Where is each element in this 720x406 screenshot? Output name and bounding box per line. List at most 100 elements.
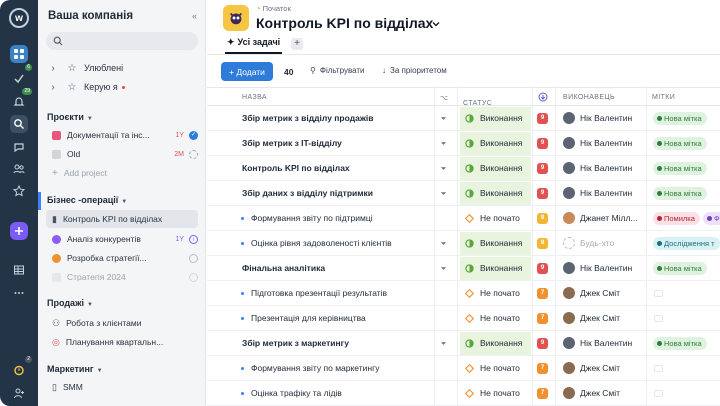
- bell-icon[interactable]: 29: [10, 88, 32, 111]
- task-name[interactable]: Контроль KPI по відділах: [242, 163, 350, 173]
- expand-caret-icon[interactable]: [440, 165, 447, 172]
- assignee-name[interactable]: Нік Валентин: [580, 338, 632, 348]
- avatar[interactable]: [563, 362, 575, 374]
- label-chip[interactable]: Ф: [703, 212, 720, 225]
- table-row[interactable]: Контроль KPI по відділах Виконання 9 Нік Ва…: [207, 156, 720, 181]
- status-cell[interactable]: Не почато: [460, 382, 531, 405]
- avatar[interactable]: [563, 187, 575, 199]
- avatar[interactable]: [563, 137, 575, 149]
- task-name[interactable]: Формування звіту по маркетингу: [251, 363, 379, 373]
- assignee-name[interactable]: Нік Валентин: [580, 163, 632, 173]
- sidebar-item-strategy-2024[interactable]: Стратегія 2024: [46, 268, 198, 286]
- assignee-name[interactable]: Джек Сміт: [580, 288, 620, 298]
- label-chip[interactable]: Нова мітка: [653, 162, 707, 175]
- priority-badge[interactable]: 9: [537, 188, 548, 199]
- assignee-name[interactable]: Нік Валентин: [580, 113, 632, 123]
- column-header-labels[interactable]: МІТКИ: [652, 94, 675, 101]
- add-tab-button[interactable]: +: [291, 38, 303, 50]
- people-icon[interactable]: [10, 160, 28, 178]
- page-title[interactable]: Контроль KPI по відділах: [256, 15, 433, 31]
- assignee-name[interactable]: Джанет Мілл...: [580, 213, 638, 223]
- sidebar-item-competitor-analysis[interactable]: Аналіз конкурентів 1Y i: [46, 230, 198, 248]
- task-name[interactable]: Фінальна аналітика: [242, 263, 325, 273]
- column-header-name[interactable]: НАЗВА: [242, 94, 267, 101]
- task-name[interactable]: Формування звіту по підтримці: [251, 213, 373, 223]
- sidebar-item-smm[interactable]: ▯ SMM: [46, 378, 198, 396]
- status-cell[interactable]: Виконання: [460, 332, 531, 355]
- table-row[interactable]: Збір метрик з маркетингу Виконання 9 Нік Ва…: [207, 331, 720, 356]
- avatar[interactable]: [563, 387, 575, 399]
- chat-icon[interactable]: [10, 138, 28, 156]
- avatar[interactable]: [563, 262, 575, 274]
- status-cell[interactable]: Виконання: [460, 107, 531, 130]
- avatar[interactable]: [563, 162, 575, 174]
- priority-badge[interactable]: 8: [537, 213, 548, 224]
- status-cell[interactable]: Не почато: [460, 207, 531, 230]
- subtask-icon[interactable]: ⌥: [440, 94, 448, 102]
- add-user-icon[interactable]: [10, 384, 28, 402]
- sidebar-item-kpi-control[interactable]: ▮ Контроль KPI по відділах: [46, 210, 198, 228]
- table-row[interactable]: Фінальна аналітика Виконання 9 Нік Валентин…: [207, 256, 720, 281]
- sidebar-search-input[interactable]: [46, 32, 198, 50]
- table-row[interactable]: Збір метрик з IT-відділу Виконання 9 Нік Ва…: [207, 131, 720, 156]
- star-icon[interactable]: [10, 182, 28, 200]
- priority-header-icon[interactable]: [538, 92, 548, 104]
- task-name[interactable]: Збір метрик з маркетингу: [242, 338, 349, 348]
- avatar[interactable]: [563, 287, 575, 299]
- expand-caret-icon[interactable]: [440, 340, 447, 347]
- priority-badge[interactable]: 9: [537, 263, 548, 274]
- expand-caret-icon[interactable]: [440, 240, 447, 247]
- expand-caret-icon[interactable]: [440, 190, 447, 197]
- avatar[interactable]: [563, 337, 575, 349]
- workspace-name[interactable]: Ваша компанія: [48, 10, 133, 22]
- section-projects[interactable]: Проєкти ▼: [47, 112, 93, 122]
- task-name[interactable]: Збір метрик з відділу продажів: [242, 113, 373, 123]
- avatar[interactable]: [563, 212, 575, 224]
- table-row[interactable]: Оцінка трафіку та лідів Не почато 7 Джек См…: [207, 381, 720, 406]
- status-cell[interactable]: Не почато: [460, 357, 531, 380]
- sidebar-item-strategy-dev[interactable]: Розробка стратегії...: [46, 249, 198, 267]
- search-icon[interactable]: [10, 115, 28, 133]
- assignee-name[interactable]: Будь-хто: [580, 238, 614, 248]
- task-name[interactable]: Збір даних з відділу підтримки: [242, 188, 373, 198]
- status-cell[interactable]: Виконання: [460, 232, 531, 255]
- table-row[interactable]: Підготовка презентації результатів Не поч…: [207, 281, 720, 306]
- app-logo-icon[interactable]: w: [9, 8, 29, 28]
- priority-badge[interactable]: 7: [537, 288, 548, 299]
- assignee-name[interactable]: Джек Сміт: [580, 363, 620, 373]
- table-row[interactable]: Оцінка рівня задоволеності клієнтів Викон…: [207, 231, 720, 256]
- tab-all-tasks[interactable]: ✦ Усі задачі: [225, 37, 283, 54]
- table-row[interactable]: Формування звіту по підтримці Не почато 8 Д…: [207, 206, 720, 231]
- section-marketing[interactable]: Маркетинг ▼: [47, 364, 103, 374]
- avatar[interactable]: [563, 112, 575, 124]
- status-cell[interactable]: Виконання: [460, 132, 531, 155]
- status-cell[interactable]: Не почато: [460, 307, 531, 330]
- add-project-button[interactable]: + Add project: [46, 164, 198, 182]
- sort-button[interactable]: ↓ За пріоритетом: [382, 66, 447, 75]
- task-name[interactable]: Оцінка рівня задоволеності клієнтів: [251, 238, 392, 248]
- label-chip[interactable]: Помилка: [653, 212, 700, 225]
- sidebar-item-old[interactable]: Old 2M: [46, 145, 198, 163]
- sidebar-item-clients[interactable]: ⚇ Робота з клієнтами: [46, 314, 198, 332]
- priority-badge[interactable]: 9: [537, 338, 548, 349]
- task-name[interactable]: Підготовка презентації результатів: [251, 288, 387, 298]
- table-row[interactable]: Збір метрик з відділу продажів Виконання 9…: [207, 106, 720, 131]
- table-row[interactable]: Формування звіту по маркетингу Не почато 7…: [207, 356, 720, 381]
- priority-badge[interactable]: 7: [537, 388, 548, 399]
- empty-label-icon[interactable]: [654, 390, 663, 397]
- more-dots-icon[interactable]: [10, 284, 28, 302]
- priority-badge[interactable]: 7: [537, 363, 548, 374]
- status-cell[interactable]: Виконання: [460, 157, 531, 180]
- expand-caret-icon[interactable]: [440, 115, 447, 122]
- sidebar-item-favorites[interactable]: › ☆ Улюблені: [46, 59, 200, 77]
- inbox-icon[interactable]: 6: [10, 64, 32, 87]
- add-task-button[interactable]: + Додати: [221, 62, 273, 81]
- status-cell[interactable]: Виконання: [460, 257, 531, 280]
- avatar[interactable]: [563, 312, 575, 324]
- label-chip[interactable]: Нова мітка: [653, 337, 707, 350]
- expand-caret-icon[interactable]: [440, 140, 447, 147]
- task-name[interactable]: Оцінка трафіку та лідів: [251, 388, 342, 398]
- assignee-name[interactable]: Нік Валентин: [580, 138, 632, 148]
- filter-button[interactable]: ⚲ Фільтрувати: [310, 66, 365, 75]
- collapse-sidebar-icon[interactable]: «: [192, 11, 197, 21]
